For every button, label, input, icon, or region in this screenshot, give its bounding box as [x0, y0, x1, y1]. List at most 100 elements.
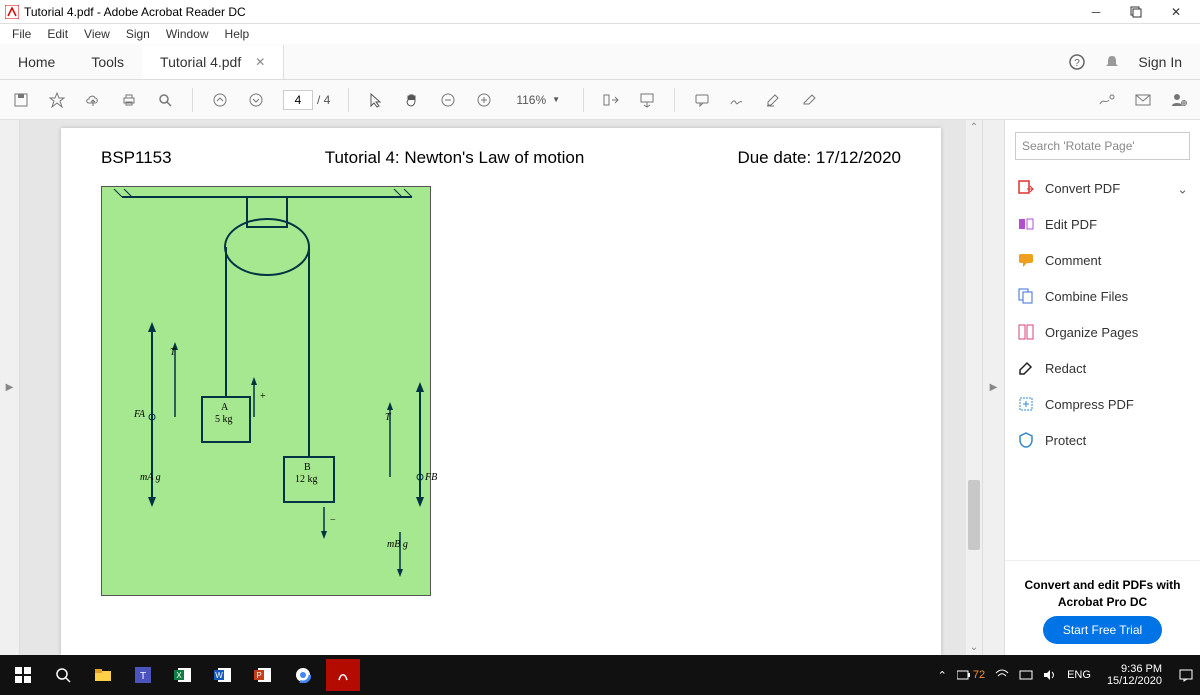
menu-window[interactable]: Window — [158, 25, 217, 43]
menu-view[interactable]: View — [76, 25, 118, 43]
sidebar-search[interactable]: Search 'Rotate Page' — [1015, 132, 1190, 160]
fig-B-label: B — [304, 462, 311, 473]
tool-label: Protect — [1045, 433, 1086, 448]
fig-FB: FB — [425, 472, 437, 483]
start-free-trial-button[interactable]: Start Free Trial — [1043, 616, 1162, 644]
star-icon[interactable] — [48, 91, 66, 109]
maximize-button[interactable] — [1116, 0, 1156, 24]
pointer-icon[interactable] — [367, 91, 385, 109]
print-icon[interactable] — [120, 91, 138, 109]
volume-icon[interactable] — [1043, 669, 1057, 681]
word-icon[interactable]: W — [206, 659, 240, 691]
comment-tool-icon — [1017, 251, 1035, 269]
document-viewport[interactable]: BSP1153 Tutorial 4: Newton's Law of moti… — [20, 120, 982, 655]
menu-file[interactable]: File — [4, 25, 39, 43]
tool-convert-pdf[interactable]: Convert PDF — [1005, 170, 1200, 206]
mail-icon[interactable] — [1134, 91, 1152, 109]
page-down-icon[interactable] — [247, 91, 265, 109]
left-rail[interactable]: ▶ — [0, 120, 20, 655]
tab-tools[interactable]: Tools — [73, 45, 142, 79]
wifi-icon[interactable] — [995, 669, 1009, 681]
acrobat-taskbar-icon[interactable] — [326, 659, 360, 691]
tabbar: Home Tools Tutorial 4.pdf ✕ ? Sign In — [0, 44, 1200, 80]
doc-course-code: BSP1153 — [101, 148, 172, 168]
fit-page-icon[interactable] — [638, 91, 656, 109]
tool-protect[interactable]: Protect — [1005, 422, 1200, 458]
share-sign-icon[interactable] — [1098, 91, 1116, 109]
tool-label: Redact — [1045, 361, 1086, 376]
acrobat-icon — [4, 4, 20, 20]
close-button[interactable]: ✕ — [1156, 0, 1196, 24]
tool-label: Edit PDF — [1045, 217, 1097, 232]
tool-organize-pages[interactable]: Organize Pages — [1005, 314, 1200, 350]
help-icon[interactable]: ? — [1068, 53, 1086, 71]
tab-document[interactable]: Tutorial 4.pdf ✕ — [142, 45, 284, 79]
signin-button[interactable]: Sign In — [1138, 54, 1182, 70]
page-up-icon[interactable] — [211, 91, 229, 109]
vertical-scrollbar[interactable]: ⌃ ⌄ — [966, 120, 982, 655]
tool-label: Compress PDF — [1045, 397, 1134, 412]
erase-icon[interactable] — [801, 91, 819, 109]
chrome-icon[interactable] — [286, 659, 320, 691]
hand-icon[interactable] — [403, 91, 421, 109]
menu-sign[interactable]: Sign — [118, 25, 158, 43]
powerpoint-icon[interactable]: P — [246, 659, 280, 691]
right-rail[interactable]: ▶ — [982, 120, 1004, 655]
fig-FA: FA — [134, 409, 145, 420]
sign-icon[interactable] — [729, 91, 747, 109]
redact-icon — [1017, 359, 1035, 377]
tool-comment[interactable]: Comment — [1005, 242, 1200, 278]
tools-list: Convert PDF Edit PDF Comment Combine Fil… — [1005, 170, 1200, 560]
clock[interactable]: 9:36 PM 15/12/2020 — [1101, 663, 1168, 687]
battery-percent: 72 — [973, 669, 985, 681]
menu-help[interactable]: Help — [217, 25, 258, 43]
svg-text:T: T — [140, 671, 146, 682]
cloud-icon[interactable] — [84, 91, 102, 109]
menu-edit[interactable]: Edit — [39, 25, 76, 43]
fig-B-mass: 12 kg — [295, 474, 318, 485]
search-icon[interactable] — [156, 91, 174, 109]
fig-A-mass: 5 kg — [215, 414, 233, 425]
scroll-thumb[interactable] — [968, 480, 980, 550]
start-button[interactable] — [6, 659, 40, 691]
comment-icon[interactable] — [693, 91, 711, 109]
taskbar-search-icon[interactable] — [46, 659, 80, 691]
tool-label: Convert PDF — [1045, 181, 1120, 196]
tray-chevron-icon[interactable]: ⌃ — [938, 669, 947, 682]
scroll-down-icon[interactable]: ⌄ — [966, 642, 982, 653]
zoom-value: 116% — [516, 93, 546, 107]
highlight-icon[interactable] — [765, 91, 783, 109]
scroll-up-icon[interactable]: ⌃ — [966, 122, 982, 133]
zoom-dropdown[interactable]: 116%▼ — [511, 90, 565, 110]
language-indicator[interactable]: ENG — [1067, 669, 1091, 681]
windows-taskbar: T X W P ⌃ 72 ENG 9:36 PM 15/12/2020 — [0, 655, 1200, 695]
tab-home[interactable]: Home — [0, 45, 73, 79]
toolbar: / 4 116%▼ — [0, 80, 1200, 120]
battery-icon[interactable]: 72 — [957, 669, 985, 681]
tool-combine-files[interactable]: Combine Files — [1005, 278, 1200, 314]
minimize-button[interactable]: ─ — [1076, 0, 1116, 24]
excel-icon[interactable]: X — [166, 659, 200, 691]
teams-icon[interactable]: T — [126, 659, 160, 691]
zoom-in-icon[interactable] — [475, 91, 493, 109]
fig-A-label: A — [221, 402, 228, 413]
sidebar-search-placeholder: Search 'Rotate Page' — [1022, 139, 1135, 153]
fig-mBg: mB g — [387, 539, 408, 550]
file-explorer-icon[interactable] — [86, 659, 120, 691]
save-icon[interactable] — [12, 91, 30, 109]
tool-redact[interactable]: Redact — [1005, 350, 1200, 386]
zoom-out-icon[interactable] — [439, 91, 457, 109]
svg-text:W: W — [215, 671, 223, 680]
chevron-right-icon: ▶ — [6, 382, 14, 393]
page-current-input[interactable] — [283, 90, 313, 110]
fig-mAg: mA g — [140, 472, 161, 483]
notifications-icon[interactable] — [1178, 668, 1194, 682]
tool-label: Comment — [1045, 253, 1101, 268]
project-icon[interactable] — [1019, 669, 1033, 681]
tab-close-icon[interactable]: ✕ — [255, 55, 265, 69]
tool-compress-pdf[interactable]: Compress PDF — [1005, 386, 1200, 422]
bell-icon[interactable] — [1104, 54, 1120, 70]
tool-edit-pdf[interactable]: Edit PDF — [1005, 206, 1200, 242]
fit-width-icon[interactable] — [602, 91, 620, 109]
people-icon[interactable] — [1170, 91, 1188, 109]
